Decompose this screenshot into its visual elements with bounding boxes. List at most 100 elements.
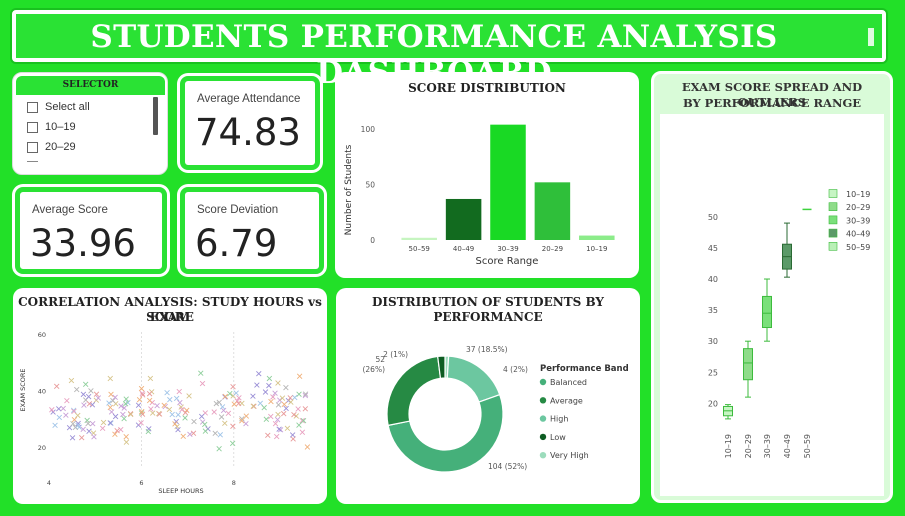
box-y-tick-label: 45 (708, 244, 718, 253)
scatter-point (90, 420, 96, 427)
scatter-point (216, 446, 222, 452)
donut-legend-label: Balanced (550, 378, 587, 387)
scatter-point (108, 409, 115, 415)
donut-legend-marker (539, 415, 547, 422)
scatter-point (118, 426, 124, 433)
checkbox-icon[interactable] (27, 141, 38, 153)
scatter-x-tick-label: 6 (139, 479, 143, 487)
kpi-value: 74.83 (195, 111, 301, 154)
scatter-point (186, 393, 192, 399)
scatter-point (296, 373, 303, 379)
selector-item-label: 20–29 (45, 141, 76, 153)
scatter-point (266, 375, 273, 382)
box-y-tick-label: 35 (708, 306, 718, 315)
box-x-tick-label: 10–19 (724, 434, 733, 458)
scatter-point (82, 381, 89, 388)
scatter-point (68, 377, 75, 384)
scatter-point (292, 394, 298, 401)
scatter-point (275, 380, 281, 386)
scatter-point (147, 375, 154, 382)
checkbox-icon[interactable] (27, 121, 38, 133)
box-legend-marker (828, 242, 838, 251)
scatter-point (99, 425, 106, 432)
scatter-point (222, 420, 228, 427)
bar-x-tick-label: 50–59 (409, 245, 430, 253)
scatter-point (135, 402, 142, 408)
scatter-point (60, 405, 66, 412)
scatter-point (254, 382, 260, 388)
scatter-point (49, 407, 55, 413)
scatter-point (302, 406, 309, 412)
scatter-point (107, 375, 113, 382)
scatter-point (175, 412, 181, 418)
donut-data-label: 37 (18.5%) (466, 345, 508, 354)
scatter-point (136, 396, 143, 403)
selector-title: SELECTOR (16, 76, 165, 95)
scatter-point (275, 411, 281, 418)
scatter-point (263, 416, 270, 422)
scatter-point (268, 413, 274, 420)
box-2 (762, 295, 772, 329)
scatter-point (120, 411, 126, 418)
scatter-point (198, 370, 204, 376)
scatter-point (75, 412, 81, 419)
selector-item-all[interactable]: Select all (27, 101, 90, 113)
scatter-point (123, 434, 129, 440)
scatter-point (79, 434, 85, 441)
scatter-point (225, 410, 232, 417)
scatter-point (218, 414, 225, 420)
scatter-point (256, 370, 262, 377)
scatter-point (56, 406, 62, 412)
kpi-label: Average Score (32, 204, 108, 216)
scatter-point (217, 432, 223, 438)
donut-data-label: 104 (52%) (488, 462, 527, 471)
scatter-point (121, 415, 127, 422)
bar-2 (490, 124, 526, 240)
donut-data-label: 2 (1%) (383, 350, 408, 359)
box-legend-label: 50–59 (846, 243, 870, 252)
scatter-point (107, 420, 113, 426)
scatter-point (275, 402, 282, 408)
donut-data-label: (26%) (362, 365, 385, 374)
scatter-point (167, 396, 173, 403)
scatter-point (81, 402, 87, 408)
box-legend-label: 40–49 (846, 230, 870, 239)
bar-0 (401, 237, 437, 240)
checkbox-icon[interactable] (27, 101, 38, 113)
scatter-point (182, 415, 188, 421)
box-y-tick-label: 20 (708, 399, 718, 408)
kpi-value: 33.96 (30, 222, 136, 265)
scatter-y-tick-label: 60 (38, 331, 46, 339)
header-handle (868, 28, 874, 46)
bar-x-axis-label: Score Range (476, 256, 539, 267)
boxplot-chart: 20 25 30 35 40 45 50 10–19 20–29 30–39 40–49 50–59 1… (708, 189, 870, 458)
scatter-point (220, 407, 227, 414)
selector-item-label: 10–19 (45, 121, 76, 133)
scatter-point (85, 393, 92, 400)
selector-item-20-29[interactable]: 20–29 (27, 141, 76, 153)
boxplot-card: EXAM SCORE SPREAD AND OUTLIERS BY PERFOR… (651, 71, 893, 503)
bar-x-tick-label: 20–29 (542, 245, 563, 253)
correlation-card: CORRELATION ANALYSIS: STUDY HOURS vs EXA… (13, 288, 327, 504)
selector-scrollbar[interactable] (153, 97, 158, 135)
scatter-point (284, 425, 291, 432)
donut-legend-marker (539, 433, 547, 441)
scatter-point (250, 393, 256, 399)
scatter-point (112, 413, 119, 420)
box-y-tick-label: 25 (708, 368, 718, 377)
donut-legend-title: Performance Band (540, 364, 629, 374)
selector-item-10-19[interactable]: 10–19 (27, 121, 76, 133)
scatter-point (288, 399, 294, 405)
box-legend-label: 20–29 (846, 203, 870, 212)
kpi-label: Score Deviation (197, 204, 279, 216)
kpi-score-deviation: Score Deviation 6.79 (180, 187, 324, 274)
bar-y-tick-label: 0 (370, 236, 375, 245)
scatter-point (91, 434, 97, 440)
scatter-point (69, 435, 76, 441)
scatter-point (257, 400, 264, 407)
bar-y-tick-label: 50 (365, 181, 375, 190)
scatter-point (230, 383, 236, 390)
dashboard-header: STUDENTS PERFORMANCE ANALYSIS DASHBOARD (12, 10, 886, 91)
correlation-scatter-chart: EXAM SCORE SLEEP HOURS 4 6 8 20 40 60 (19, 331, 311, 495)
scatter-point (177, 399, 183, 406)
